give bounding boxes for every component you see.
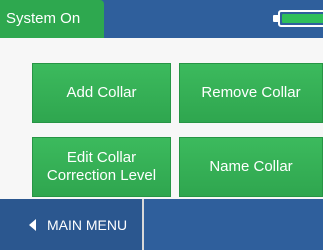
back-arrow-icon [29,218,36,231]
edit-collar-correction-level-label: Edit Collar Correction Level [47,149,156,185]
system-status-tab: System On [0,0,104,38]
name-collar-label-line-1: Name Collar [209,158,293,175]
edit-collar-label-line-1: Edit Collar [66,149,137,166]
remove-collar-button[interactable]: Remove Collar [179,63,323,123]
edit-collar-label-line-2: Correction Level [46,167,157,184]
main-menu-button[interactable]: MAIN MENU [0,199,144,250]
battery-icon [278,10,323,27]
add-collar-button[interactable]: Add Collar [32,63,171,123]
battery-level-fill [282,14,323,23]
edit-collar-correction-level-button[interactable]: Edit Collar Correction Level [32,137,171,197]
remove-collar-label: Remove Collar [201,84,300,102]
remove-collar-label-line-1: Remove Collar [201,84,301,101]
add-collar-label: Add Collar [66,84,136,102]
system-status-label: System On [6,10,81,27]
name-collar-label: Name Collar [209,158,292,176]
add-collar-label-line-1: Add Collar [66,84,137,101]
main-menu-label: MAIN MENU [47,216,128,233]
name-collar-button[interactable]: Name Collar [179,137,323,197]
